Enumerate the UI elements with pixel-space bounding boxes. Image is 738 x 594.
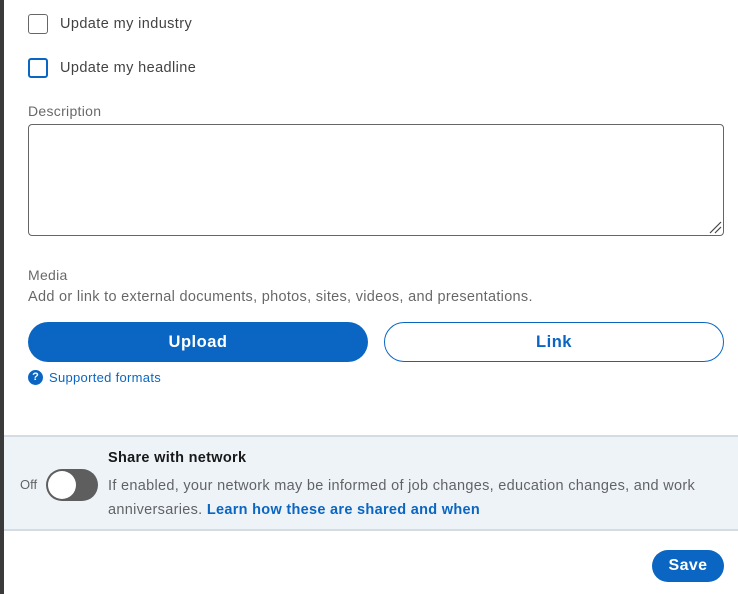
supported-formats-label[interactable]: Supported formats	[49, 370, 161, 385]
update-headline-checkbox[interactable]	[28, 58, 48, 78]
toggle-state-label: Off	[20, 477, 38, 492]
share-description: If enabled, your network may be informed…	[108, 474, 728, 522]
description-label: Description	[28, 103, 102, 119]
update-industry-label: Update my industry	[60, 16, 193, 32]
update-industry-row[interactable]: Update my industry	[28, 14, 192, 34]
toggle-knob	[48, 471, 76, 499]
link-button[interactable]: Link	[384, 322, 724, 362]
edit-position-modal: Update my industry Update my headline De…	[4, 0, 738, 594]
question-circle-icon: ?	[28, 370, 43, 385]
update-headline-label: Update my headline	[60, 60, 197, 76]
description-textarea[interactable]	[28, 124, 724, 236]
learn-more-link[interactable]: Learn how these are shared and when	[207, 502, 480, 518]
share-toggle[interactable]	[46, 469, 98, 501]
media-label: Media	[28, 267, 68, 283]
update-headline-row[interactable]: Update my headline	[28, 58, 196, 78]
share-with-network-panel: Off Share with network If enabled, your …	[4, 435, 738, 531]
update-industry-checkbox[interactable]	[28, 14, 48, 34]
resize-grip-icon[interactable]	[708, 220, 722, 234]
supported-formats-link[interactable]: ? Supported formats	[28, 370, 161, 385]
share-title: Share with network	[108, 450, 247, 466]
media-help-text: Add or link to external documents, photo…	[28, 289, 533, 305]
upload-button[interactable]: Upload	[28, 322, 368, 362]
save-button[interactable]: Save	[652, 550, 724, 582]
